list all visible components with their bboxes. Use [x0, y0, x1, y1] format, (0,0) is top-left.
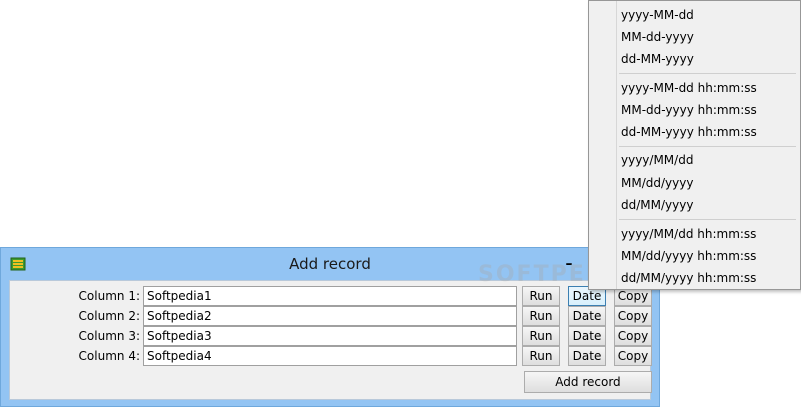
- date-button-3[interactable]: Date: [568, 326, 606, 346]
- copy-button-3[interactable]: Copy: [614, 326, 652, 346]
- add-record-button[interactable]: Add record: [524, 371, 652, 393]
- copy-button-2[interactable]: Copy: [614, 306, 652, 326]
- menu-item-yyyy-mm-dd-time[interactable]: yyyy-MM-dd hh:mm:ss: [619, 77, 796, 99]
- menu-item-dd-mm-yyyy[interactable]: dd-MM-yyyy: [619, 48, 796, 70]
- menu-item-yyyy-slash-mm-dd-time[interactable]: yyyy/MM/dd hh:mm:ss: [619, 223, 796, 245]
- column-4-label: Column 4:: [78, 349, 140, 363]
- column-1-input[interactable]: [143, 286, 517, 306]
- menu-item-yyyy-slash-mm-dd[interactable]: yyyy/MM/dd: [619, 149, 796, 171]
- form-row-4: Column 4: Run Date Copy: [10, 346, 652, 366]
- form-row-3: Column 3: Run Date Copy: [10, 326, 652, 346]
- menu-item-mm-dd-yyyy-time[interactable]: MM-dd-yyyy hh:mm:ss: [619, 99, 796, 121]
- run-button-4[interactable]: Run: [522, 346, 560, 366]
- column-1-label: Column 1:: [78, 289, 140, 303]
- column-2-label: Column 2:: [78, 309, 140, 323]
- copy-button-4[interactable]: Copy: [614, 346, 652, 366]
- column-2-input[interactable]: [143, 306, 517, 326]
- form-row-1: Column 1: Run Date Copy: [10, 286, 652, 306]
- menu-gutter: [616, 1, 617, 289]
- date-button-2[interactable]: Date: [568, 306, 606, 326]
- date-format-menu: yyyy-MM-dd MM-dd-yyyy dd-MM-yyyy yyyy-MM…: [588, 0, 801, 290]
- form-row-2: Column 2: Run Date Copy: [10, 306, 652, 326]
- menu-item-dd-mm-yyyy-time[interactable]: dd-MM-yyyy hh:mm:ss: [619, 121, 796, 143]
- column-3-input[interactable]: [143, 326, 517, 346]
- column-4-input[interactable]: [143, 346, 517, 366]
- menu-item-yyyy-mm-dd[interactable]: yyyy-MM-dd: [619, 4, 796, 26]
- menu-separator: [619, 73, 796, 74]
- date-button-4[interactable]: Date: [568, 346, 606, 366]
- menu-item-dd-slash-mm-yyyy[interactable]: dd/MM/yyyy: [619, 194, 796, 216]
- menu-item-mm-slash-dd-yyyy-time[interactable]: MM/dd/yyyy hh:mm:ss: [619, 245, 796, 267]
- menu-separator: [619, 146, 796, 147]
- menu-item-dd-slash-mm-yyyy-time[interactable]: dd/MM/yyyy hh:mm:ss: [619, 267, 796, 289]
- column-3-label: Column 3:: [78, 329, 140, 343]
- menu-item-mm-slash-dd-yyyy[interactable]: MM/dd/yyyy: [619, 172, 796, 194]
- menu-separator: [619, 219, 796, 220]
- form-area: Column 1: Run Date Copy Column 2: Run Da…: [9, 280, 652, 400]
- run-button-3[interactable]: Run: [522, 326, 560, 346]
- run-button-1[interactable]: Run: [522, 286, 560, 306]
- run-button-2[interactable]: Run: [522, 306, 560, 326]
- menu-item-mm-dd-yyyy[interactable]: MM-dd-yyyy: [619, 26, 796, 48]
